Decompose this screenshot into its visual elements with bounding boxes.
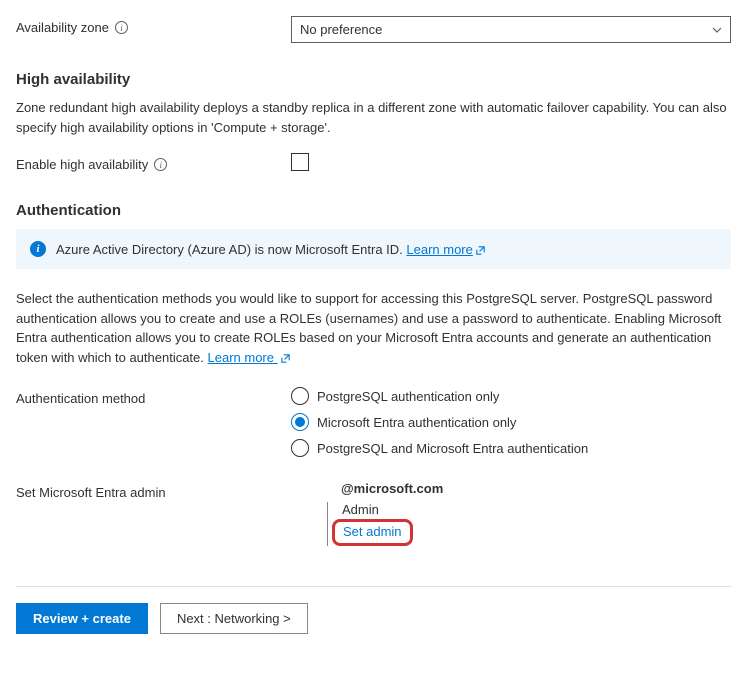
radio-both[interactable]: PostgreSQL and Microsoft Entra authentic… [291, 439, 731, 457]
radio-label: PostgreSQL and Microsoft Entra authentic… [317, 441, 588, 456]
banner-text: Azure Active Directory (Azure AD) is now… [56, 242, 406, 257]
admin-role: Admin [342, 502, 731, 517]
authentication-heading: Authentication [16, 202, 731, 219]
radio-icon [291, 413, 309, 431]
radio-entra-only[interactable]: Microsoft Entra authentication only [291, 413, 731, 431]
authentication-description: Select the authentication methods you wo… [16, 289, 731, 367]
review-create-button[interactable]: Review + create [16, 603, 148, 634]
auth-learn-more-link[interactable]: Learn more [208, 350, 291, 365]
footer: Review + create Next : Networking > [16, 586, 731, 634]
auth-method-label: Authentication method [16, 391, 145, 406]
enable-ha-label: Enable high availability [16, 157, 148, 172]
high-availability-heading: High availability [16, 71, 731, 88]
set-entra-admin-label: Set Microsoft Entra admin [16, 485, 166, 500]
radio-postgres-only[interactable]: PostgreSQL authentication only [291, 387, 731, 405]
info-banner: i Azure Active Directory (Azure AD) is n… [16, 229, 731, 269]
set-admin-link[interactable]: Set admin [343, 524, 402, 539]
radio-label: PostgreSQL authentication only [317, 389, 499, 404]
set-admin-highlight: Set admin [332, 519, 413, 546]
info-icon[interactable]: i [115, 21, 128, 34]
info-icon[interactable]: i [154, 158, 167, 171]
availability-zone-value: No preference [300, 22, 382, 37]
enable-ha-checkbox[interactable] [291, 153, 309, 171]
next-networking-button[interactable]: Next : Networking > [160, 603, 308, 634]
admin-email: @microsoft.com [341, 481, 731, 496]
info-icon: i [30, 241, 46, 257]
availability-zone-label: Availability zone [16, 20, 109, 35]
external-link-icon [475, 245, 486, 256]
radio-label: Microsoft Entra authentication only [317, 415, 516, 430]
availability-zone-select[interactable]: No preference [291, 16, 731, 43]
high-availability-description: Zone redundant high availability deploys… [16, 98, 731, 137]
radio-icon [291, 439, 309, 457]
banner-learn-more-link[interactable]: Learn more [406, 242, 485, 257]
external-link-icon [280, 353, 291, 364]
chevron-down-icon [712, 25, 722, 35]
radio-icon [291, 387, 309, 405]
